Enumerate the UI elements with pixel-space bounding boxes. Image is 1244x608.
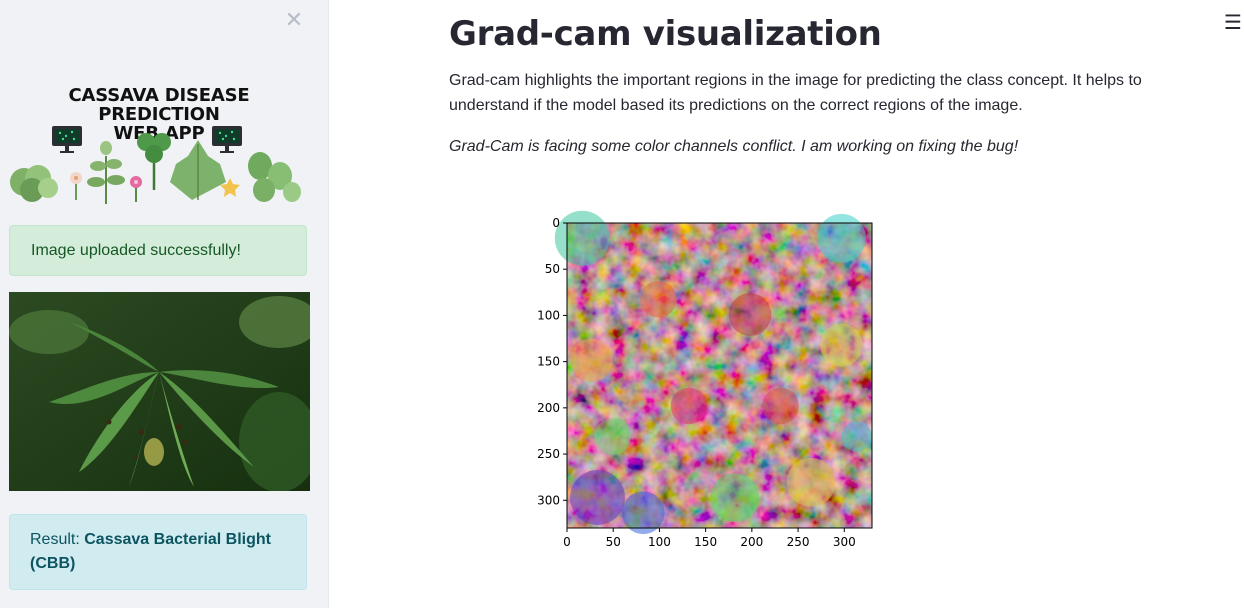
heatmap-patch: [786, 457, 836, 507]
pink-flower-icon: [130, 176, 142, 202]
bug-note: Grad-Cam is facing some color channels c…: [449, 138, 1019, 155]
heatmap-patch: [817, 213, 866, 263]
x-tick-label: 300: [833, 535, 856, 549]
heatmap-patch: [762, 387, 799, 425]
x-tick-label: 50: [606, 535, 621, 549]
sidebar: ✕ CASSAVA DISEASE PREDICTION WEB APP Ima…: [0, 0, 329, 608]
y-tick-label: 250: [537, 447, 560, 461]
heatmap-image: [554, 210, 872, 535]
y-tick-label: 0: [552, 216, 560, 230]
page-description: Grad-cam highlights the important region…: [449, 72, 1142, 114]
hamburger-menu-icon[interactable]: ☰: [1224, 10, 1244, 34]
y-tick-label: 300: [537, 493, 560, 507]
y-tick-label: 150: [537, 355, 560, 369]
uploaded-leaf-image: [9, 292, 310, 491]
x-tick-label: 100: [648, 535, 671, 549]
prediction-result-alert: Result: Cassava Bacterial Blight (CBB): [9, 514, 307, 590]
heatmap-patch: [841, 421, 872, 452]
app-banner: CASSAVA DISEASE PREDICTION WEB APP: [8, 82, 310, 206]
leaf-icon: [170, 140, 226, 200]
x-tick-label: 200: [740, 535, 763, 549]
x-tick-label: 250: [787, 535, 810, 549]
flower-icon: [70, 172, 82, 200]
monitor-icon: [212, 126, 242, 153]
heatmap-patch: [554, 210, 610, 266]
heatmap-patch: [670, 387, 708, 425]
upload-success-message: Image uploaded successfully!: [31, 242, 241, 259]
upload-success-alert: Image uploaded successfully!: [9, 225, 307, 276]
y-tick-label: 100: [537, 308, 560, 322]
gradcam-heatmap-plot: 0 50 100 150 200 250 300 0 50 100 150 200 250 300: [537, 210, 873, 549]
heatmap-patch: [820, 323, 863, 367]
result-label: Result:: [30, 531, 80, 548]
strawberry-leaf-icon: [248, 152, 301, 202]
heatmap-patch: [594, 418, 632, 455]
monitor-icon: [52, 126, 82, 153]
leaf-photo: [9, 292, 310, 491]
heatmap-patch: [728, 293, 772, 336]
page-title: Grad-cam visualization: [449, 14, 882, 54]
heatmap-patch: [640, 280, 677, 318]
y-tick-label: 200: [537, 401, 560, 415]
x-tick-label: 150: [694, 535, 717, 549]
lettuce-icon: [10, 165, 58, 202]
plants-illustration: [10, 126, 301, 204]
close-icon[interactable]: ✕: [284, 10, 304, 32]
clover-icon: [137, 133, 171, 190]
banner-title-line1: CASSAVA DISEASE PREDICTION: [68, 85, 250, 125]
y-tick-label: 50: [545, 262, 560, 276]
heatmap-patch: [570, 338, 613, 382]
x-tick-label: 0: [563, 535, 571, 549]
heatmap-patch: [710, 473, 760, 522]
heatmap-patch: [570, 470, 625, 525]
herb-icon: [87, 141, 125, 204]
